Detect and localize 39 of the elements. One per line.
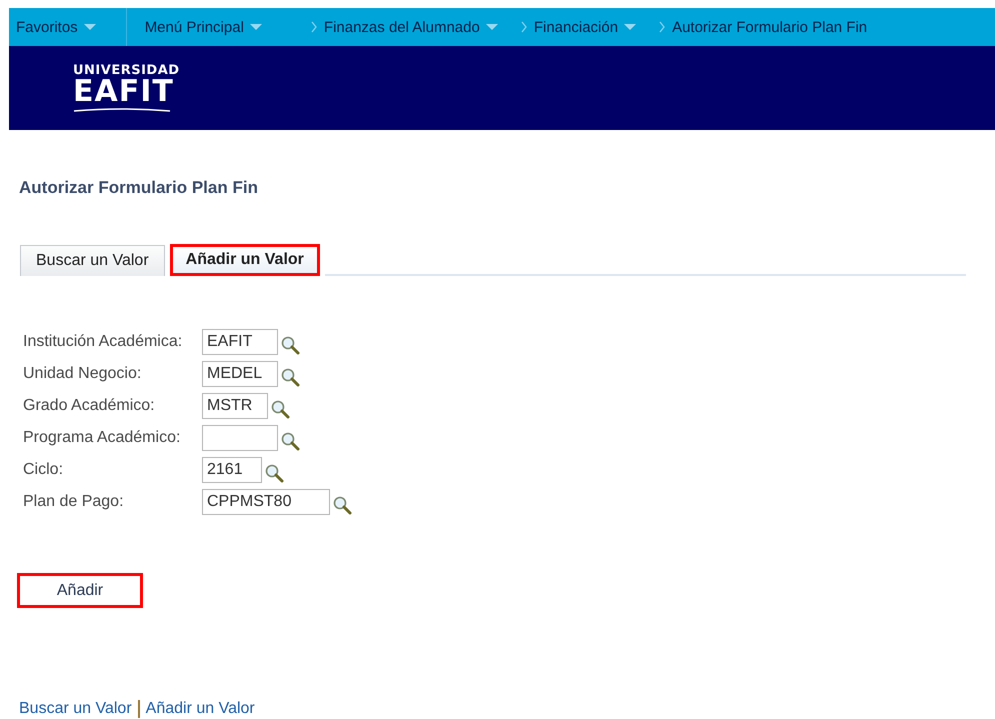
search-icon: [280, 335, 300, 355]
nav-link[interactable]: Financiación: [534, 18, 618, 36]
input-field[interactable]: CPPMST80: [202, 489, 330, 515]
nav-link[interactable]: Autorizar Formulario Plan Fin: [672, 18, 868, 36]
tab[interactable]: Añadir un Valor: [170, 244, 320, 276]
add-button[interactable]: Añadir: [17, 573, 143, 608]
nav-link[interactable]: Menú Principal: [144, 18, 244, 36]
field-label: Plan de Pago:: [23, 493, 125, 511]
input-field[interactable]: MEDEL: [202, 361, 278, 387]
search-icon: [264, 463, 284, 483]
logo-underline-icon: [73, 108, 171, 112]
dropdown-icon: [486, 24, 498, 30]
field-label: Ciclo:: [23, 461, 64, 479]
field-label: Grado Académico:: [23, 397, 156, 415]
field-label: Programa Académico:: [23, 429, 182, 447]
logo-text: EAFIT: [73, 78, 174, 106]
input-field[interactable]: [202, 425, 278, 451]
chevron-icon: [310, 21, 318, 33]
chevron-icon: [520, 21, 528, 33]
input-field[interactable]: MSTR: [202, 393, 268, 419]
page-title: Autorizar Formulario Plan Fin: [19, 178, 259, 198]
tab[interactable]: Buscar un Valor: [20, 245, 165, 276]
field-label: Institución Académica:: [23, 333, 184, 351]
search-icon: [280, 431, 300, 451]
search-icon: [332, 495, 352, 515]
search-icon: [270, 399, 290, 419]
nav-link[interactable]: Favoritos: [16, 18, 78, 36]
chevron-icon: [658, 21, 666, 33]
logo-text: UNIVERSIDAD: [73, 64, 180, 78]
search-icon: [280, 367, 300, 387]
field-label: Unidad Negocio:: [23, 365, 142, 383]
footer-link[interactable]: Añadir un Valor: [146, 700, 255, 718]
input-field[interactable]: EAFIT: [202, 329, 278, 355]
dropdown-icon: [624, 24, 636, 30]
nav-link[interactable]: Finanzas del Alumnado: [324, 18, 480, 36]
dropdown-icon: [84, 24, 96, 30]
dropdown-icon: [250, 24, 262, 30]
input-field[interactable]: 2161: [202, 457, 262, 483]
footer-link[interactable]: Buscar un Valor: [19, 700, 132, 718]
